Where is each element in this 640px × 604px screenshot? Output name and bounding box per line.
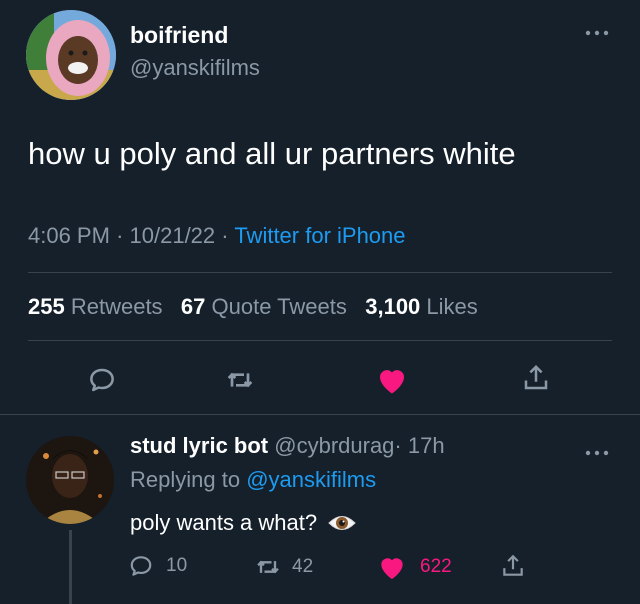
reply-age[interactable]: · 17h xyxy=(394,433,444,458)
more-options-icon[interactable] xyxy=(584,20,610,43)
tweet-meta: 4:06 PM · 10/21/22 · Twitter for iPhone xyxy=(28,223,406,249)
retweet-icon xyxy=(257,560,279,574)
heart-icon xyxy=(380,370,404,394)
likes-count: 3,100 xyxy=(365,294,421,319)
author-handle[interactable]: @yanskifilms xyxy=(130,55,260,81)
heart-icon xyxy=(381,558,403,579)
quotes-stat[interactable]: 67 Quote Tweets xyxy=(181,294,353,319)
reply-like-button[interactable]: 622 xyxy=(376,551,452,583)
tweet-source[interactable]: Twitter for iPhone xyxy=(234,223,405,248)
meta-separator: · xyxy=(116,223,124,248)
reply-author-avatar[interactable] xyxy=(26,436,114,524)
divider xyxy=(28,340,612,341)
retweets-stat[interactable]: 255 Retweets xyxy=(28,294,169,319)
eye-emoji xyxy=(327,512,357,534)
share-icon xyxy=(524,364,548,390)
author-avatar[interactable] xyxy=(26,10,116,100)
thread-line xyxy=(69,530,72,604)
reply-text-row: poly wants a what? xyxy=(130,510,357,536)
share-icon xyxy=(503,554,523,576)
reply-text: poly wants a what? xyxy=(130,510,318,535)
reply-icon xyxy=(90,368,114,392)
quotes-count: 67 xyxy=(180,294,206,319)
reply-retweet-button[interactable]: 42 xyxy=(254,553,313,581)
reply-more-options-icon[interactable] xyxy=(584,440,610,463)
reply-retweets-count: 42 xyxy=(292,556,314,577)
reply-reply-button[interactable]: 10 xyxy=(128,553,187,579)
retweet-icon xyxy=(227,372,253,388)
retweet-button[interactable] xyxy=(220,360,260,400)
likes-stat[interactable]: 3,100 Likes xyxy=(365,294,478,319)
divider xyxy=(28,272,612,273)
share-button[interactable] xyxy=(516,358,556,398)
tweet-date[interactable]: 10/21/22 xyxy=(130,223,216,248)
avatar-image xyxy=(26,10,116,100)
tweet-time: 4:06 PM xyxy=(28,223,110,248)
meta-separator: · xyxy=(221,223,229,248)
reply-header: stud lyric bot @cybrdurag· 17h xyxy=(130,433,445,459)
replying-to: Replying to @yanskifilms xyxy=(130,467,376,493)
like-button[interactable] xyxy=(370,358,414,402)
replying-to-prefix: Replying to xyxy=(130,467,241,492)
tweet-stats: 255 Retweets 67 Quote Tweets 3,100 Likes xyxy=(28,294,478,320)
reply-author-handle[interactable]: @cybrdurag xyxy=(274,433,394,458)
retweets-label: Retweets xyxy=(70,294,163,319)
reply-author-display-name[interactable]: stud lyric bot xyxy=(130,433,268,458)
reply-button[interactable] xyxy=(82,360,122,400)
likes-label: Likes xyxy=(426,294,478,319)
reply-replies-count: 10 xyxy=(166,555,188,576)
author-display-name[interactable]: boifriend xyxy=(130,22,228,49)
replying-to-handle[interactable]: @yanskifilms xyxy=(246,467,376,492)
reply-likes-count: 622 xyxy=(420,556,452,577)
reply-icon xyxy=(130,556,152,576)
tweet-text: how u poly and all ur partners white xyxy=(28,136,516,171)
quotes-label: Quote Tweets xyxy=(211,294,347,319)
reply-share-button[interactable] xyxy=(500,553,526,584)
reply-avatar-image xyxy=(26,436,114,524)
divider xyxy=(0,414,640,415)
retweets-count: 255 xyxy=(28,294,65,319)
